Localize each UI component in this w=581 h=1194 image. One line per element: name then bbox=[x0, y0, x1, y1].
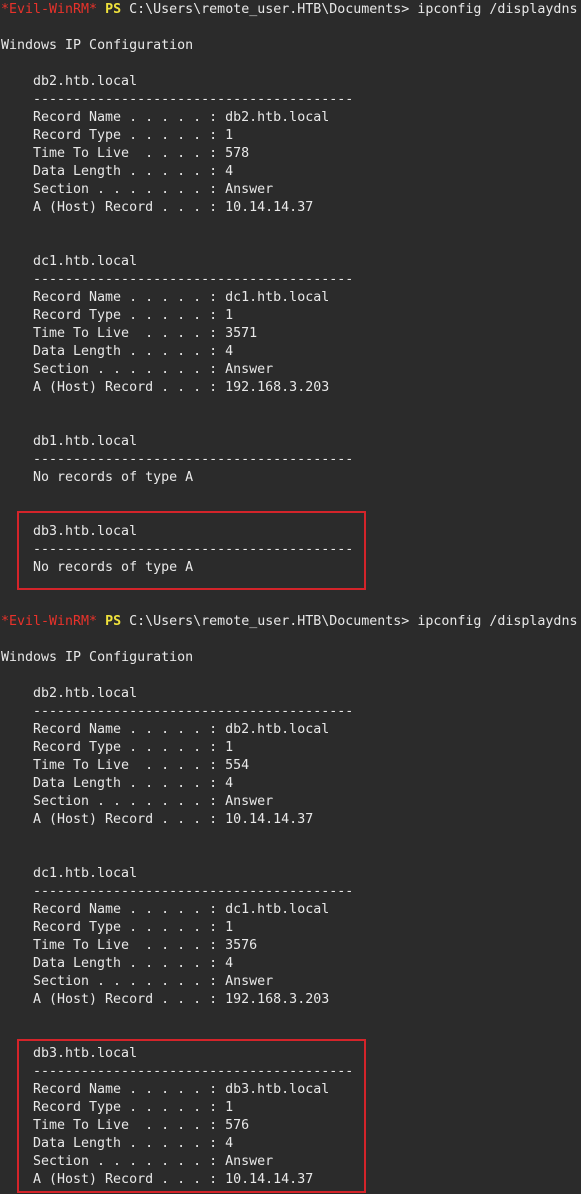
data-length-row: Data Length . . . . . : 4 bbox=[33, 164, 234, 179]
prompt-path: C:\Users\remote_user.HTB\Documents> bbox=[129, 614, 410, 629]
prompt-tag: *Evil-WinRM* bbox=[1, 2, 98, 17]
separator: ---------------------------------------- bbox=[33, 542, 354, 557]
record-type-row: Record Type . . . . . : 1 bbox=[33, 920, 234, 935]
record-host: dc1.htb.local bbox=[33, 866, 138, 881]
record-host: db3.htb.local bbox=[33, 1046, 138, 1061]
record-name-row: Record Name . . . . . : db3.htb.local bbox=[33, 1082, 330, 1097]
prompt-ps: PS bbox=[105, 2, 122, 17]
record-type-row: Record Type . . . . . : 1 bbox=[33, 128, 234, 143]
section-row: Section . . . . . . . : Answer bbox=[33, 182, 274, 197]
record-host: dc1.htb.local bbox=[33, 254, 138, 269]
ttl-row: Time To Live . . . . : 554 bbox=[33, 758, 250, 773]
ttl-row: Time To Live . . . . : 576 bbox=[33, 1118, 250, 1133]
terminal-window[interactable]: *Evil-WinRM* PS C:\Users\remote_user.HTB… bbox=[0, 0, 581, 1194]
prompt-tag: *Evil-WinRM* bbox=[1, 614, 98, 629]
section-row: Section . . . . . . . : Answer bbox=[33, 974, 274, 989]
separator: ---------------------------------------- bbox=[33, 884, 354, 899]
section-row: Section . . . . . . . : Answer bbox=[33, 794, 274, 809]
record-host: db2.htb.local bbox=[33, 686, 138, 701]
a-record-row: A (Host) Record . . . : 10.14.14.37 bbox=[33, 812, 314, 827]
separator: ---------------------------------------- bbox=[33, 272, 354, 287]
record-host: db3.htb.local bbox=[33, 524, 138, 539]
config-header: Windows IP Configuration bbox=[1, 38, 194, 53]
record-type-row: Record Type . . . . . : 1 bbox=[33, 740, 234, 755]
command-text: ipconfig /displaydns bbox=[417, 2, 578, 17]
command-text: ipconfig /displaydns bbox=[417, 614, 578, 629]
no-records-text: No records of type A bbox=[33, 470, 194, 485]
ttl-row: Time To Live . . . . : 3576 bbox=[33, 938, 258, 953]
record-name-row: Record Name . . . . . : dc1.htb.local bbox=[33, 290, 330, 305]
ttl-row: Time To Live . . . . : 3571 bbox=[33, 326, 258, 341]
separator: ---------------------------------------- bbox=[33, 452, 354, 467]
data-length-row: Data Length . . . . . : 4 bbox=[33, 776, 234, 791]
record-type-row: Record Type . . . . . : 1 bbox=[33, 308, 234, 323]
a-record-row: A (Host) Record . . . : 192.168.3.203 bbox=[33, 992, 330, 1007]
prompt-ps: PS bbox=[105, 614, 122, 629]
prompt-line-2: *Evil-WinRM* PS C:\Users\remote_user.HTB… bbox=[1, 613, 577, 631]
a-record-row: A (Host) Record . . . : 192.168.3.203 bbox=[33, 380, 330, 395]
record-name-row: Record Name . . . . . : dc1.htb.local bbox=[33, 902, 330, 917]
no-records-text: No records of type A bbox=[33, 560, 194, 575]
record-host: db2.htb.local bbox=[33, 74, 138, 89]
record-type-row: Record Type . . . . . : 1 bbox=[33, 1100, 234, 1115]
data-length-row: Data Length . . . . . : 4 bbox=[33, 344, 234, 359]
prompt-path: C:\Users\remote_user.HTB\Documents> bbox=[129, 2, 410, 17]
separator: ---------------------------------------- bbox=[33, 92, 354, 107]
record-name-row: Record Name . . . . . : db2.htb.local bbox=[33, 722, 330, 737]
separator: ---------------------------------------- bbox=[33, 704, 354, 719]
a-record-row: A (Host) Record . . . : 10.14.14.37 bbox=[33, 200, 314, 215]
ttl-row: Time To Live . . . . : 578 bbox=[33, 146, 250, 161]
record-host: db1.htb.local bbox=[33, 434, 138, 449]
data-length-row: Data Length . . . . . : 4 bbox=[33, 956, 234, 971]
config-header: Windows IP Configuration bbox=[1, 650, 194, 665]
record-name-row: Record Name . . . . . : db2.htb.local bbox=[33, 110, 330, 125]
separator: ---------------------------------------- bbox=[33, 1064, 354, 1079]
data-length-row: Data Length . . . . . : 4 bbox=[33, 1136, 234, 1151]
section-row: Section . . . . . . . : Answer bbox=[33, 1154, 274, 1169]
section-row: Section . . . . . . . : Answer bbox=[33, 362, 274, 377]
prompt-line-1: *Evil-WinRM* PS C:\Users\remote_user.HTB… bbox=[1, 1, 577, 19]
a-record-row: A (Host) Record . . . : 10.14.14.37 bbox=[33, 1172, 314, 1187]
